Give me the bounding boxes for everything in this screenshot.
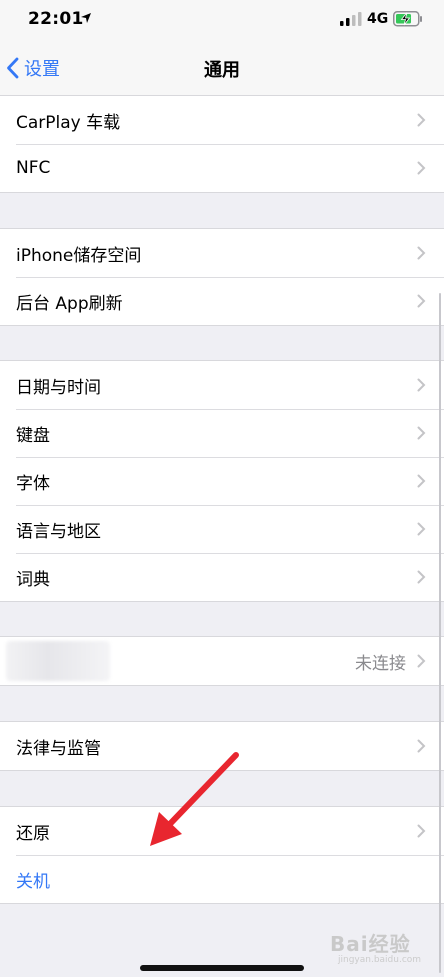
shutdown-button[interactable]: 关机: [0, 855, 444, 903]
row-label: 还原: [16, 823, 50, 844]
chevron-right-icon: [417, 824, 426, 838]
row-iphone-storage[interactable]: iPhone储存空间: [0, 229, 444, 277]
chevron-right-icon: [417, 161, 426, 175]
row-vpn[interactable]: 未连接: [0, 637, 444, 685]
chevron-right-icon: [417, 426, 426, 440]
chevron-right-icon: [417, 294, 426, 308]
cellular-signal-icon: [340, 12, 362, 26]
battery-charging-icon: [393, 11, 422, 27]
chevron-right-icon: [417, 570, 426, 584]
redacted-label: [6, 641, 110, 681]
settings-group-legal: 法律与监管: [0, 721, 444, 771]
row-label: 语言与地区: [16, 521, 101, 542]
row-label: 词典: [16, 569, 50, 590]
row-keyboard[interactable]: 键盘: [0, 409, 444, 457]
chevron-right-icon: [417, 522, 426, 536]
row-label: 日期与时间: [16, 377, 101, 398]
row-label: NFC: [16, 158, 51, 178]
row-label: iPhone储存空间: [16, 245, 142, 266]
settings-group-locale: 日期与时间 键盘 字体 语言与地区 词典: [0, 360, 444, 602]
row-fonts[interactable]: 字体: [0, 457, 444, 505]
home-indicator[interactable]: [140, 965, 304, 971]
row-label: 字体: [16, 473, 50, 494]
row-reset[interactable]: 还原: [0, 807, 444, 855]
navigation-bar: 设置 通用: [0, 40, 444, 96]
settings-group-reset: 还原 关机: [0, 806, 444, 904]
watermark-url: jingyan.baidu.com: [338, 955, 422, 965]
status-time: 22:01: [28, 9, 84, 29]
shutdown-label: 关机: [16, 871, 50, 892]
row-label: CarPlay 车载: [16, 112, 121, 133]
chevron-right-icon: [417, 246, 426, 260]
row-label: 后台 App刷新: [16, 293, 123, 314]
watermark-logo: Bai经验 jingyan.baidu.com: [330, 928, 434, 972]
row-dictionary[interactable]: 词典: [0, 553, 444, 601]
scroll-indicator[interactable]: [439, 293, 441, 973]
network-type: 4G: [367, 11, 389, 27]
location-arrow-icon: [81, 13, 91, 23]
chevron-right-icon: [417, 378, 426, 392]
row-label: 键盘: [16, 425, 50, 446]
settings-group-storage: iPhone储存空间 后台 App刷新: [0, 228, 444, 326]
row-nfc[interactable]: NFC: [0, 144, 444, 192]
watermark-brand: Bai经验: [330, 932, 411, 956]
row-legal[interactable]: 法律与监管: [0, 722, 444, 770]
chevron-right-icon: [417, 739, 426, 753]
row-language-region[interactable]: 语言与地区: [0, 505, 444, 553]
settings-group-connectivity: CarPlay 车载 NFC: [0, 95, 444, 193]
row-date-time[interactable]: 日期与时间: [0, 361, 444, 409]
row-carplay[interactable]: CarPlay 车载: [0, 96, 444, 144]
chevron-right-icon: [417, 654, 426, 668]
status-bar: 22:01 4G: [0, 0, 444, 40]
row-label: 法律与监管: [16, 738, 101, 759]
chevron-right-icon: [417, 113, 426, 127]
page-title: 通用: [204, 60, 240, 81]
settings-group-vpn: 未连接: [0, 636, 444, 686]
row-background-app-refresh[interactable]: 后台 App刷新: [0, 277, 444, 325]
chevron-right-icon: [417, 474, 426, 488]
row-value-status: 未连接: [355, 653, 406, 674]
